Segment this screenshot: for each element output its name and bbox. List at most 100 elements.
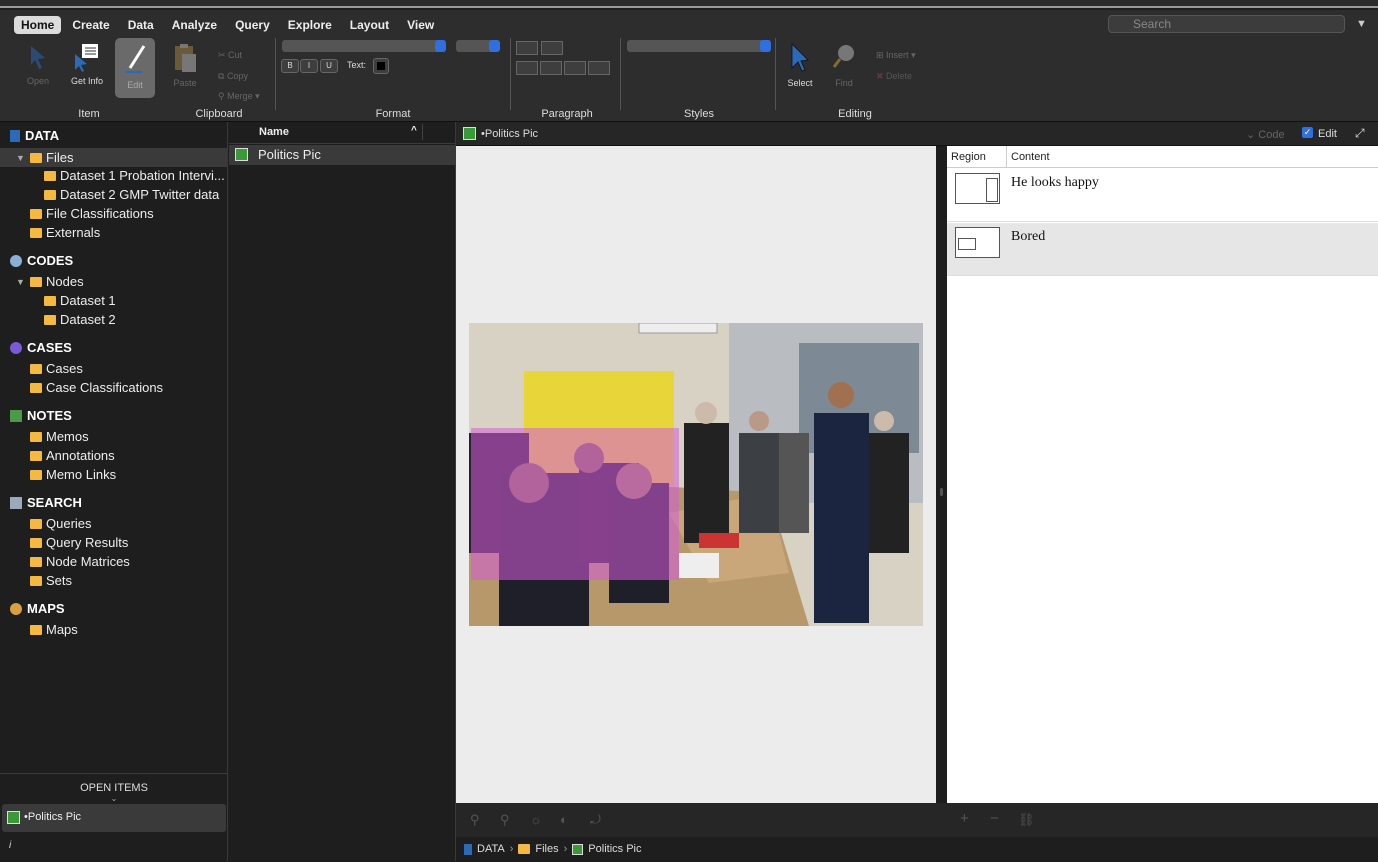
tab-home[interactable]: Home bbox=[14, 16, 62, 34]
edit-label: Edit bbox=[1318, 128, 1337, 140]
align-left-button[interactable] bbox=[516, 61, 538, 75]
select-button[interactable]: Select bbox=[782, 42, 818, 88]
paste-button[interactable]: Paste bbox=[168, 42, 202, 88]
merge-button[interactable]: ⚲ Merge ▾ bbox=[218, 91, 260, 102]
open-item-politics-pic[interactable]: •Politics Pic bbox=[2, 804, 226, 832]
list-header: Name ^ bbox=[229, 122, 455, 144]
font-size-select[interactable] bbox=[456, 40, 500, 52]
tab-create[interactable]: Create bbox=[65, 16, 116, 34]
outdent-button[interactable] bbox=[516, 41, 538, 55]
section-codes[interactable]: CODES bbox=[10, 253, 73, 268]
sidebar-item-sets[interactable]: Sets bbox=[30, 573, 72, 588]
sidebar-item-dataset1[interactable]: Dataset 1 Probation Intervi... bbox=[44, 168, 225, 183]
search-input[interactable]: Search bbox=[1108, 15, 1345, 33]
sidebar-item-nodes-dataset2[interactable]: Dataset 2 bbox=[44, 312, 116, 327]
justify-button[interactable] bbox=[588, 61, 610, 75]
section-cases[interactable]: CASES bbox=[10, 340, 72, 355]
text-color-button[interactable] bbox=[373, 58, 389, 74]
tab-layout[interactable]: Layout bbox=[343, 16, 396, 34]
brightness-icon[interactable]: ☼ bbox=[530, 812, 542, 827]
sidebar-item-nodes[interactable]: ▼ Nodes bbox=[16, 274, 84, 289]
underline-button[interactable]: U bbox=[320, 59, 338, 73]
copy-button[interactable]: ⧉ Copy bbox=[218, 71, 248, 82]
info-icon[interactable]: i bbox=[9, 840, 11, 851]
zoom-out-icon[interactable]: ⚲ bbox=[500, 812, 510, 828]
contrast-icon[interactable]: ◐ bbox=[560, 812, 568, 827]
tab-query[interactable]: Query bbox=[228, 16, 277, 34]
content-cell[interactable]: Bored bbox=[1011, 229, 1045, 245]
pane-splitter[interactable] bbox=[936, 146, 947, 862]
editing-group: Select Find ⊞ Insert ▾ ✖ Delete Editing bbox=[778, 38, 932, 120]
window-top-bar bbox=[0, 0, 1378, 8]
sidebar-item-query-results[interactable]: Query Results bbox=[30, 535, 128, 550]
align-center-button[interactable] bbox=[540, 61, 562, 75]
politics-photo[interactable] bbox=[469, 323, 923, 626]
italic-button[interactable]: I bbox=[300, 59, 318, 73]
sidebar-item-queries[interactable]: Queries bbox=[30, 516, 92, 531]
content-column-header[interactable]: Content bbox=[1007, 146, 1378, 168]
remove-row-icon[interactable]: − bbox=[990, 810, 999, 827]
tab-explore[interactable]: Explore bbox=[281, 16, 339, 34]
sidebar-item-files[interactable]: ▼ Files bbox=[0, 148, 228, 167]
get-info-button[interactable]: Get Info bbox=[67, 42, 107, 86]
format-group: B I U Text: Format bbox=[276, 38, 510, 120]
bold-button[interactable]: B bbox=[281, 59, 299, 73]
add-row-icon[interactable]: + bbox=[960, 810, 969, 827]
align-right-button[interactable] bbox=[564, 61, 586, 75]
list-item[interactable]: Politics Pic bbox=[229, 145, 455, 165]
link-icon[interactable]: ⛓ bbox=[1018, 812, 1035, 828]
tab-view[interactable]: View bbox=[400, 16, 441, 34]
section-search[interactable]: SEARCH bbox=[10, 495, 82, 510]
reset-icon[interactable]: ⤾ bbox=[590, 812, 601, 828]
sidebar-item-memo-links[interactable]: Memo Links bbox=[30, 467, 116, 482]
table-row[interactable]: Bored bbox=[947, 223, 1378, 276]
sidebar-item-memos[interactable]: Memos bbox=[30, 429, 89, 444]
region-column-header[interactable]: Region bbox=[947, 146, 1007, 168]
font-family-select[interactable] bbox=[282, 40, 446, 52]
expand-triangle-icon[interactable]: ▼ bbox=[16, 153, 26, 163]
breadcrumb-files[interactable]: Files bbox=[535, 843, 558, 855]
open-items-title[interactable]: OPEN ITEMS bbox=[0, 782, 228, 794]
ribbon-divider bbox=[775, 38, 776, 110]
expand-icon[interactable]: ⤢ bbox=[1355, 126, 1365, 141]
style-select[interactable] bbox=[627, 40, 771, 52]
breadcrumb-politics-pic[interactable]: Politics Pic bbox=[588, 843, 641, 855]
sidebar-item-nodes-dataset1[interactable]: Dataset 1 bbox=[44, 293, 116, 308]
content-cell[interactable]: He looks happy bbox=[1011, 175, 1099, 191]
folder-icon bbox=[30, 624, 42, 635]
section-maps[interactable]: MAPS bbox=[10, 601, 65, 616]
sidebar-item-annotations[interactable]: Annotations bbox=[30, 448, 115, 463]
ribbon-options-chevron-icon[interactable]: ▼ bbox=[1356, 18, 1367, 30]
classroom-photo-image bbox=[469, 323, 923, 626]
find-button[interactable]: Find bbox=[826, 42, 862, 88]
sidebar-item-file-classifications[interactable]: File Classifications bbox=[30, 206, 154, 221]
table-row[interactable]: He looks happy bbox=[947, 169, 1378, 222]
open-items-chevron-icon[interactable]: ⌄ bbox=[0, 794, 228, 803]
sidebar-item-case-classifications[interactable]: Case Classifications bbox=[30, 380, 163, 395]
indent-button[interactable] bbox=[541, 41, 563, 55]
zoom-in-icon[interactable]: ⚲ bbox=[470, 812, 480, 828]
section-data[interactable]: DATA bbox=[10, 128, 59, 143]
sidebar-item-maps[interactable]: Maps bbox=[30, 622, 78, 637]
sidebar-item-cases[interactable]: Cases bbox=[30, 361, 83, 376]
sort-ascending-icon[interactable]: ^ bbox=[411, 125, 417, 136]
sidebar-item-externals[interactable]: Externals bbox=[30, 225, 100, 240]
name-column-header[interactable]: Name bbox=[259, 126, 289, 138]
edit-checkbox[interactable]: ✓ bbox=[1302, 127, 1313, 138]
open-button[interactable]: Open bbox=[20, 42, 56, 86]
paste-icon bbox=[175, 44, 196, 72]
tab-analyze[interactable]: Analyze bbox=[165, 16, 224, 34]
expand-triangle-icon[interactable]: ▼ bbox=[16, 277, 26, 287]
code-toggle[interactable]: ⌄ Code bbox=[1246, 128, 1285, 141]
sidebar-item-dataset2[interactable]: Dataset 2 GMP Twitter data bbox=[44, 187, 219, 202]
cut-button[interactable]: ✂ Cut bbox=[218, 50, 242, 61]
edit-button[interactable]: Edit bbox=[115, 38, 155, 98]
insert-button[interactable]: ⊞ Insert ▾ bbox=[876, 50, 916, 61]
data-icon bbox=[464, 843, 472, 855]
breadcrumb-data[interactable]: DATA bbox=[477, 843, 505, 855]
section-notes[interactable]: NOTES bbox=[10, 408, 72, 423]
delete-button[interactable]: ✖ Delete bbox=[876, 71, 912, 82]
sidebar-item-node-matrices[interactable]: Node Matrices bbox=[30, 554, 130, 569]
styles-group-label: Styles bbox=[684, 108, 714, 120]
tab-data[interactable]: Data bbox=[121, 16, 161, 34]
